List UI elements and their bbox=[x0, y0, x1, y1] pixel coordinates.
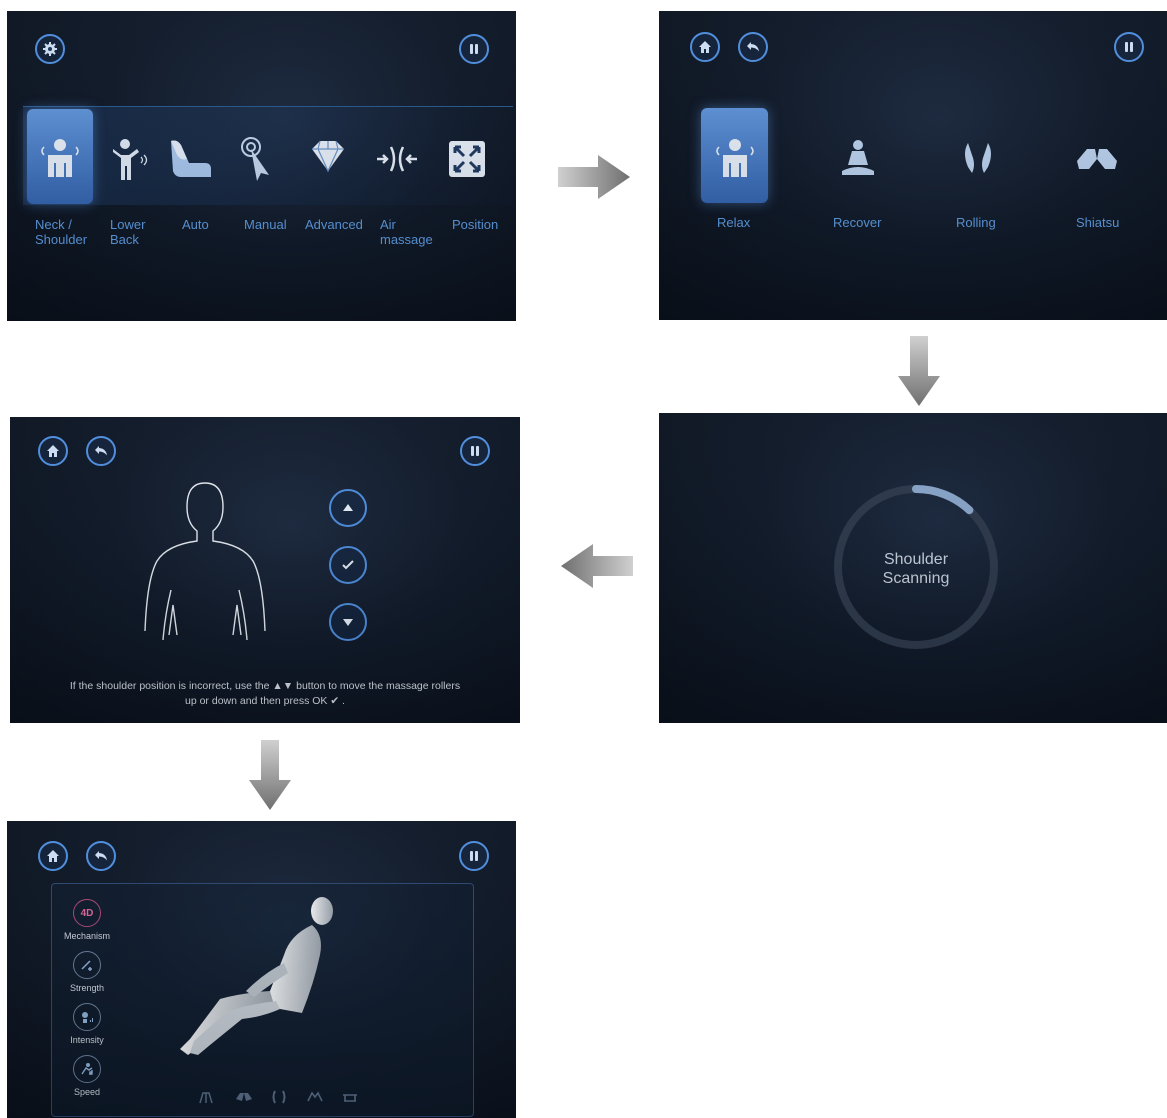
pause-icon bbox=[1125, 42, 1133, 52]
home-icon bbox=[699, 41, 711, 53]
menu-label-position[interactable]: Position bbox=[452, 217, 498, 232]
program-label-recover[interactable]: Recover bbox=[833, 215, 881, 230]
back-arrow-icon bbox=[95, 446, 107, 456]
rolling-mini-icon bbox=[272, 1090, 286, 1104]
massage-chair-icon[interactable] bbox=[165, 135, 213, 183]
screen-massage-running: 4D Mechanism Strength Intensity Speed bbox=[7, 821, 516, 1118]
menu-label-advanced[interactable]: Advanced bbox=[305, 217, 363, 232]
screen-main-menu: Neck / Shoulder Lower Back Auto Manual A… bbox=[7, 11, 516, 321]
menu-label-lower-back[interactable]: Lower Back bbox=[110, 217, 155, 247]
instruction-line1: If the shoulder position is incorrect, u… bbox=[69, 680, 461, 692]
roller-down-button[interactable] bbox=[329, 603, 367, 641]
diamond-icon[interactable] bbox=[304, 135, 352, 183]
recover-meditation-icon[interactable] bbox=[834, 135, 882, 183]
mechanism-button[interactable]: 4D bbox=[73, 899, 101, 927]
4d-icon: 4D bbox=[80, 907, 94, 919]
scan-text-line1: Shoulder bbox=[883, 551, 949, 568]
relax-icon[interactable] bbox=[711, 135, 759, 183]
body-3d-figure bbox=[180, 897, 333, 1055]
pause-button[interactable] bbox=[1114, 32, 1144, 62]
back-button[interactable] bbox=[86, 436, 116, 466]
screen-shoulder-adjust: If the shoulder position is incorrect, u… bbox=[10, 417, 520, 723]
position-expand-icon[interactable] bbox=[443, 135, 491, 183]
roller-up-button[interactable] bbox=[329, 489, 367, 527]
shiatsu-hands-icon[interactable] bbox=[1073, 135, 1121, 183]
control-label-strength: Strength bbox=[69, 983, 105, 993]
triangle-down-icon bbox=[343, 619, 353, 626]
screen-shoulder-scanning: Shoulder Scanning bbox=[659, 413, 1167, 723]
speed-icon bbox=[81, 1063, 93, 1075]
home-icon bbox=[47, 850, 59, 862]
speed-button[interactable] bbox=[73, 1055, 101, 1083]
strength-button[interactable] bbox=[73, 951, 101, 979]
scan-text-line2: Scanning bbox=[882, 570, 950, 587]
body-outline-figure bbox=[144, 482, 266, 641]
tapping-mini-icon bbox=[343, 1094, 357, 1102]
settings-button[interactable] bbox=[35, 34, 65, 64]
gear-icon bbox=[43, 42, 57, 56]
neck-shoulder-icon[interactable] bbox=[36, 135, 84, 183]
pause-icon bbox=[471, 446, 479, 456]
kneading-mini-icon bbox=[307, 1091, 323, 1102]
lower-back-icon[interactable] bbox=[103, 135, 151, 183]
intensity-button[interactable] bbox=[73, 1003, 101, 1031]
back-arrow-icon bbox=[95, 851, 107, 861]
pause-button[interactable] bbox=[459, 34, 489, 64]
home-button[interactable] bbox=[690, 32, 720, 62]
menu-label-air-massage[interactable]: Air massage bbox=[380, 217, 440, 247]
flow-arrow-down bbox=[898, 336, 940, 406]
pause-icon bbox=[470, 851, 478, 861]
relax-mini-icon bbox=[199, 1092, 213, 1104]
back-button[interactable] bbox=[738, 32, 768, 62]
air-massage-icon[interactable] bbox=[373, 135, 421, 183]
back-arrow-icon bbox=[747, 42, 759, 52]
flow-arrow-left bbox=[561, 544, 633, 588]
menu-label-auto[interactable]: Auto bbox=[182, 217, 209, 232]
instruction-line2: up or down and then press OK ✔ . bbox=[185, 695, 345, 707]
control-label-mechanism: Mechanism bbox=[63, 931, 110, 941]
menu-label-manual[interactable]: Manual bbox=[244, 217, 287, 232]
program-label-relax[interactable]: Relax bbox=[717, 215, 750, 230]
program-label-shiatsu[interactable]: Shiatsu bbox=[1076, 215, 1119, 230]
strength-icon bbox=[81, 960, 92, 971]
triangle-up-icon bbox=[343, 504, 353, 511]
flow-arrow-down bbox=[249, 740, 291, 810]
menu-label-neck-shoulder[interactable]: Neck / Shoulder bbox=[35, 217, 95, 247]
checkmark-icon bbox=[342, 560, 354, 570]
home-button[interactable] bbox=[38, 436, 68, 466]
back-button[interactable] bbox=[86, 841, 116, 871]
home-button[interactable] bbox=[38, 841, 68, 871]
manual-touch-icon[interactable] bbox=[235, 135, 283, 183]
flow-arrow-right bbox=[558, 155, 630, 199]
pause-button[interactable] bbox=[460, 436, 490, 466]
screen-neck-shoulder-programs: Relax Recover Rolling Shiatsu bbox=[659, 11, 1167, 320]
ok-confirm-button[interactable] bbox=[329, 546, 367, 584]
control-label-speed: Speed bbox=[73, 1087, 101, 1097]
program-label-rolling[interactable]: Rolling bbox=[956, 215, 996, 230]
pause-icon bbox=[470, 44, 478, 54]
home-icon bbox=[47, 445, 59, 457]
intensity-icon bbox=[82, 1012, 93, 1023]
control-label-intensity: Intensity bbox=[70, 1035, 104, 1045]
pause-button[interactable] bbox=[459, 841, 489, 871]
shiatsu-mini-icon bbox=[236, 1093, 252, 1101]
rolling-icon[interactable] bbox=[954, 135, 1002, 183]
